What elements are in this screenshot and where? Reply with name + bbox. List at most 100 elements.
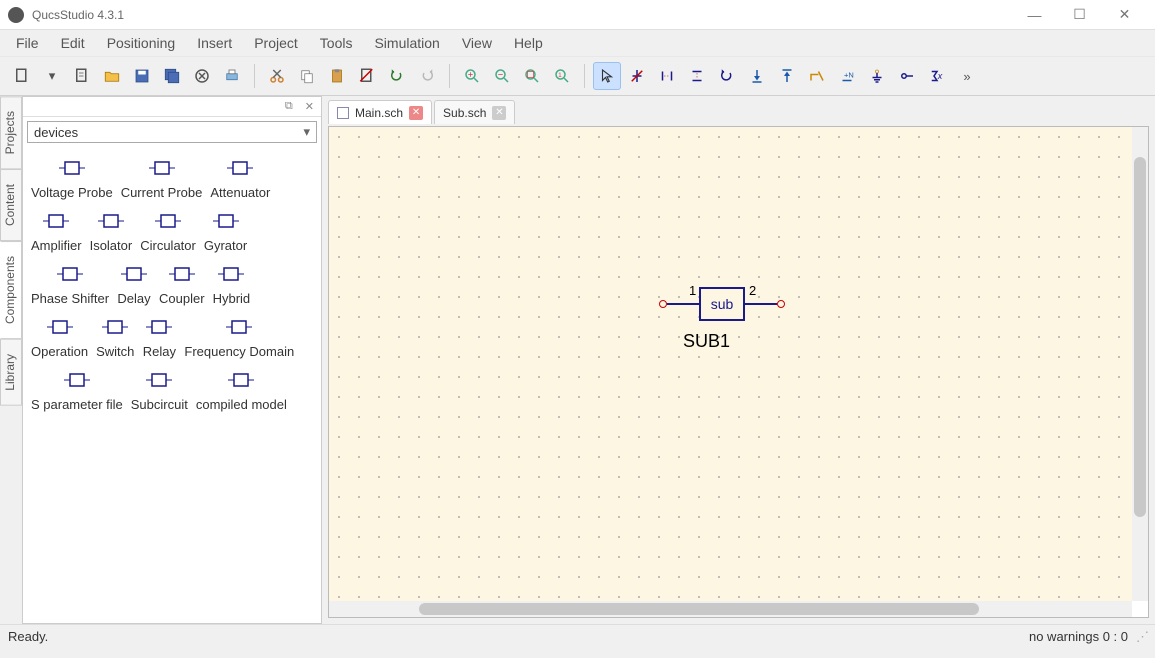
port-button[interactable] [893, 62, 921, 90]
side-tab-library[interactable]: Library [0, 339, 22, 406]
zoom-fit-button[interactable] [518, 62, 546, 90]
close-button[interactable]: ✕ [1102, 0, 1147, 30]
menu-view[interactable]: View [452, 32, 502, 54]
component-current-probe[interactable]: Current Probe [121, 153, 203, 200]
side-tab-components[interactable]: Components [0, 241, 22, 339]
redo-button[interactable] [413, 62, 441, 90]
menu-tools[interactable]: Tools [310, 32, 363, 54]
menu-file[interactable]: File [6, 32, 49, 54]
undo-button[interactable] [383, 62, 411, 90]
save-all-button[interactable] [158, 62, 186, 90]
component-compiled-model[interactable]: compiled model [196, 365, 287, 412]
close-file-button[interactable] [188, 62, 216, 90]
menu-edit[interactable]: Edit [51, 32, 95, 54]
component-label: compiled model [196, 397, 287, 412]
cut-button[interactable] [263, 62, 291, 90]
new-dropdown-button[interactable]: ▾ [38, 62, 66, 90]
delete-button[interactable] [353, 62, 381, 90]
side-tab-content[interactable]: Content [0, 169, 22, 241]
menu-positioning[interactable]: Positioning [97, 32, 186, 54]
wire-button[interactable] [803, 62, 831, 90]
zoom-reset-button[interactable]: 1 [548, 62, 576, 90]
tab-sub[interactable]: Sub.sch ✕ [434, 100, 515, 124]
component-icon [94, 206, 128, 236]
go-into-button[interactable] [743, 62, 771, 90]
port-left-ring [659, 300, 667, 308]
component-label: Current Probe [121, 185, 203, 200]
component-relay[interactable]: Relay [142, 312, 176, 359]
menu-insert[interactable]: Insert [187, 32, 242, 54]
text-file-button[interactable] [68, 62, 96, 90]
menu-help[interactable]: Help [504, 32, 553, 54]
component-voltage-probe[interactable]: Voltage Probe [31, 153, 113, 200]
toolbar: ▾ 1 +N x » [0, 56, 1155, 96]
zoom-in-button[interactable] [458, 62, 486, 90]
component-operation[interactable]: Operation [31, 312, 88, 359]
schematic-canvas[interactable]: 1 sub 2 SUB1 [329, 127, 1132, 601]
open-button[interactable] [98, 62, 126, 90]
mirror-button[interactable] [653, 62, 681, 90]
component-label: Relay [143, 344, 176, 359]
ground-button[interactable] [863, 62, 891, 90]
side-tab-projects[interactable]: Projects [0, 96, 22, 169]
wire-left [667, 303, 699, 305]
select-tool-button[interactable] [593, 62, 621, 90]
component-icon [209, 206, 243, 236]
component-switch[interactable]: Switch [96, 312, 134, 359]
save-button[interactable] [128, 62, 156, 90]
component-delay[interactable]: Delay [117, 259, 151, 306]
zoom-out-button[interactable] [488, 62, 516, 90]
component-circulator[interactable]: Circulator [140, 206, 196, 253]
component-label: Switch [96, 344, 134, 359]
resize-grip[interactable]: ⋰ [1136, 629, 1147, 645]
subcircuit-name: SUB1 [683, 331, 730, 352]
subcircuit-component[interactable]: 1 sub 2 SUB1 [659, 277, 799, 367]
minimize-button[interactable]: — [1012, 0, 1057, 30]
pop-out-button[interactable] [773, 62, 801, 90]
close-tab-main[interactable]: ✕ [409, 106, 423, 120]
component-gyrator[interactable]: Gyrator [204, 206, 247, 253]
component-label: Amplifier [31, 238, 82, 253]
menu-simulation[interactable]: Simulation [364, 32, 449, 54]
new-file-button[interactable] [8, 62, 36, 90]
component-icon [224, 365, 258, 395]
titlebar: QucsStudio 4.3.1 — ☐ ✕ [0, 0, 1155, 30]
component-icon [39, 206, 73, 236]
component-icon [98, 312, 132, 342]
component-icon [214, 259, 248, 289]
close-tab-sub[interactable]: ✕ [492, 106, 506, 120]
horizontal-scrollbar[interactable] [329, 601, 1132, 617]
status-left: Ready. [8, 629, 48, 644]
component-coupler[interactable]: Coupler [159, 259, 205, 306]
component-s-parameter-file[interactable]: S parameter file [31, 365, 123, 412]
canvas-wrap: 1 sub 2 SUB1 [328, 126, 1149, 618]
vertical-scrollbar[interactable] [1132, 127, 1148, 601]
maximize-button[interactable]: ☐ [1057, 0, 1102, 30]
panel-close-button[interactable]: ✕ [302, 100, 317, 113]
component-amplifier[interactable]: Amplifier [31, 206, 82, 253]
copy-button[interactable] [293, 62, 321, 90]
svg-text:+N: +N [844, 71, 854, 80]
menu-project[interactable]: Project [244, 32, 308, 54]
component-frequency-domain[interactable]: Frequency Domain [184, 312, 294, 359]
component-label: S parameter file [31, 397, 123, 412]
panel-float-button[interactable]: ⧉ [282, 100, 296, 113]
component-isolator[interactable]: Isolator [90, 206, 133, 253]
component-icon [43, 312, 77, 342]
component-phase-shifter[interactable]: Phase Shifter [31, 259, 109, 306]
equation-button[interactable]: x [923, 62, 951, 90]
print-button[interactable] [218, 62, 246, 90]
component-icon [53, 259, 87, 289]
label-button[interactable]: +N [833, 62, 861, 90]
rotate-button[interactable] [713, 62, 741, 90]
paste-button[interactable] [323, 62, 351, 90]
component-category-combo[interactable]: devices ▾ [27, 121, 317, 143]
tab-main[interactable]: Main.sch ✕ [328, 100, 432, 124]
component-hybrid[interactable]: Hybrid [213, 259, 251, 306]
deactivate-button[interactable] [623, 62, 651, 90]
component-label: Voltage Probe [31, 185, 113, 200]
mirror-v-button[interactable] [683, 62, 711, 90]
toolbar-more-button[interactable]: » [953, 62, 981, 90]
component-attenuator[interactable]: Attenuator [210, 153, 270, 200]
component-subcircuit[interactable]: Subcircuit [131, 365, 188, 412]
